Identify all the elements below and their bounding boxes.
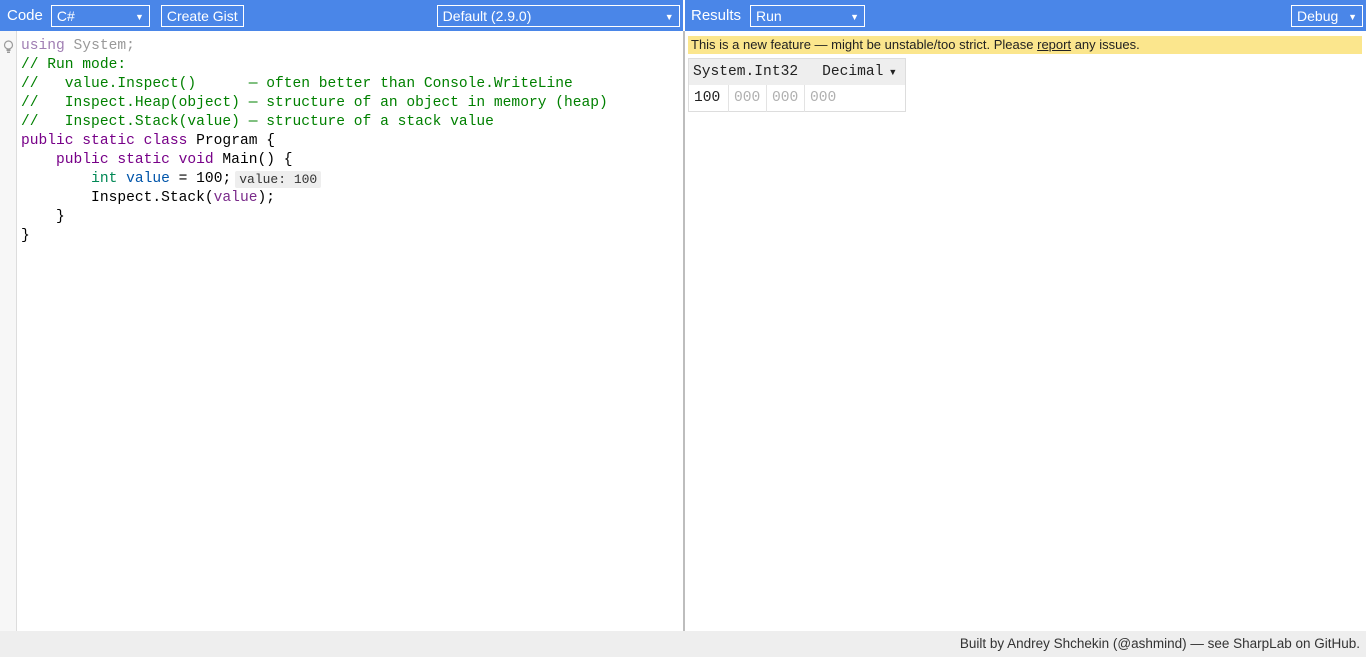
chevron-down-icon: ▼ <box>134 11 144 22</box>
display-mode-label: Decimal <box>822 64 884 80</box>
editor-gutter <box>0 31 17 631</box>
code-token: // Inspect.Stack(value) — structure of a… <box>21 114 494 130</box>
code-token: // Inspect.Heap(object) — structure of a… <box>21 95 608 111</box>
code-line: // Inspect.Stack(value) — structure of a… <box>21 113 681 132</box>
output-mode-select[interactable]: Run ▼ <box>750 4 866 27</box>
byte-cell: 000 <box>810 90 837 106</box>
inline-value-hint: value: 100 <box>235 171 322 188</box>
code-token: } <box>21 228 30 244</box>
code-label: Code <box>7 7 43 24</box>
inspected-type-name: System.Int32 <box>693 64 799 80</box>
code-line: public static class Program { <box>21 132 681 151</box>
results-toolbar: Results Run ▼ Debug ▼ <box>685 0 1366 31</box>
code-line: // Inspect.Heap(object) — structure of a… <box>21 94 681 113</box>
byte-row: 100 000 000 000 <box>689 85 905 112</box>
code-token: System; <box>64 38 135 54</box>
report-link[interactable]: report <box>1037 37 1071 52</box>
display-mode-toggle[interactable]: Decimal ▼ <box>822 64 897 80</box>
code-toolbar: Code C# ▼ Create Gist Default (2.9.0) ▼ <box>0 0 683 31</box>
feature-warning: This is a new feature — might be unstabl… <box>688 36 1362 54</box>
code-token: = 100; <box>169 171 232 187</box>
chevron-down-icon: ▼ <box>888 67 898 77</box>
code-line: public static void Main() { <box>21 151 681 170</box>
code-token: int <box>91 171 118 187</box>
panel-splitter[interactable] <box>683 31 685 631</box>
configuration-select[interactable]: Debug ▼ <box>1291 4 1364 27</box>
create-gist-button[interactable]: Create Gist <box>160 4 244 27</box>
code-token: Program { <box>187 133 275 149</box>
footer: Built by Andrey Shchekin (@ashmind) — se… <box>0 631 1366 657</box>
branch-select-value: Default (2.9.0) <box>442 7 532 24</box>
byte-cell: 100 <box>689 85 729 112</box>
code-line: int value = 100; value: 100 <box>21 170 681 189</box>
code-token: } <box>21 209 65 225</box>
code-line: // value.Inspect() — often better than C… <box>21 75 681 94</box>
chevron-down-icon: ▼ <box>664 11 674 22</box>
code-line: // Run mode: <box>21 56 681 75</box>
language-select-value: C# <box>56 7 75 24</box>
code-line: } <box>21 208 681 227</box>
code-token: value <box>213 190 258 206</box>
chevron-down-icon: ▼ <box>1348 11 1358 22</box>
code-token: value <box>126 171 170 187</box>
code-line: Inspect.Stack(value); <box>21 189 681 208</box>
configuration-select-value: Debug <box>1297 7 1339 24</box>
byte-cell: 000 <box>767 85 805 112</box>
language-select[interactable]: C# ▼ <box>50 4 150 27</box>
code-token: // Run mode: <box>21 57 127 73</box>
code-token: using <box>21 38 65 54</box>
warning-text-suffix: any issues. <box>1071 37 1140 52</box>
code-token: public static void <box>56 152 214 168</box>
code-token: Inspect.Stack( <box>21 190 214 206</box>
sharplab-app: Code C# ▼ Create Gist Default (2.9.0) ▼ … <box>0 0 1366 657</box>
output-mode-select-value: Run <box>756 7 782 24</box>
code-token: public static class <box>21 133 188 149</box>
chevron-down-icon: ▼ <box>850 11 860 22</box>
inspection-header: System.Int32 Decimal ▼ <box>689 59 905 85</box>
code-line: using System; <box>21 37 681 56</box>
stack-inspection: System.Int32 Decimal ▼ 100 000 000 000 <box>688 58 906 112</box>
code-token: ); <box>257 190 275 206</box>
results-label: Results <box>691 7 742 24</box>
code-token: Main() { <box>213 152 293 168</box>
code-token: // value.Inspect() — often better than C… <box>21 76 573 92</box>
warning-text-prefix: This is a new feature — might be unstabl… <box>691 37 1038 52</box>
code-line: } <box>21 227 681 246</box>
branch-select[interactable]: Default (2.9.0) ▼ <box>436 4 680 27</box>
lightbulb-icon[interactable] <box>3 40 14 54</box>
byte-cell: 000 <box>729 85 767 112</box>
code-editor[interactable]: using System;// Run mode:// value.Inspec… <box>21 37 681 246</box>
